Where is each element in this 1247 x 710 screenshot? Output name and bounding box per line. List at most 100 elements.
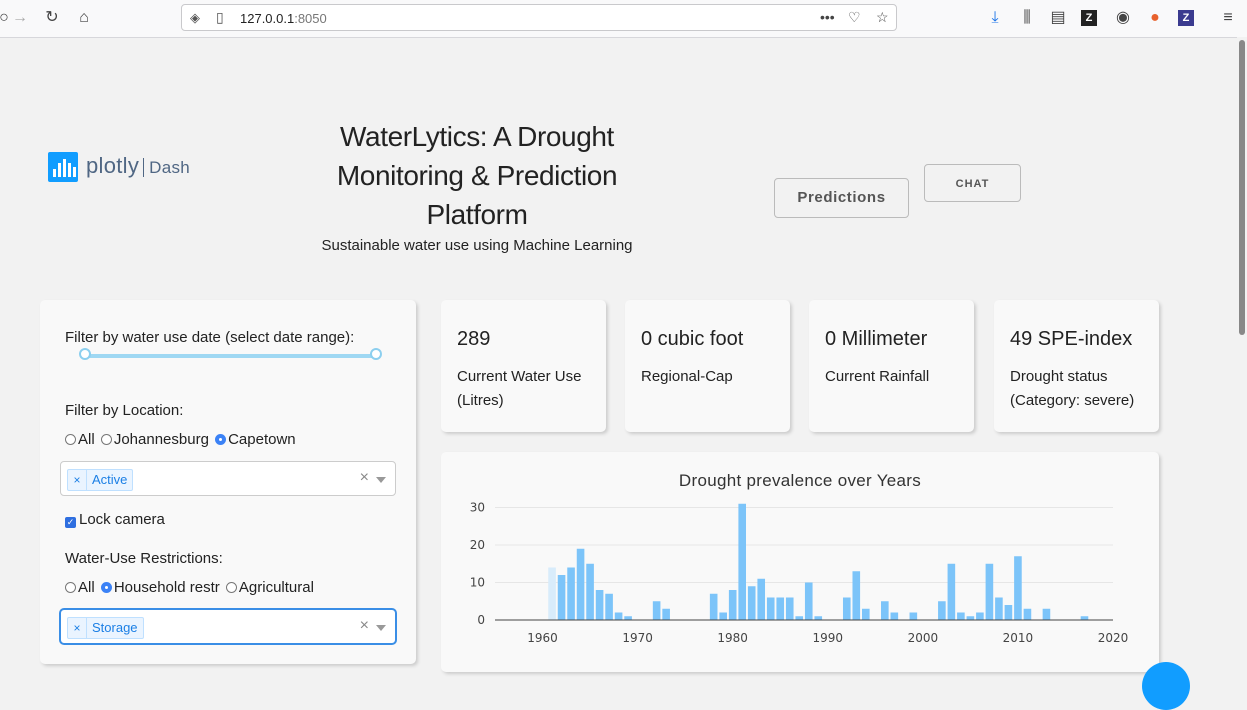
zotero-connector-icon[interactable]: Z — [1178, 10, 1194, 26]
stat-label: Current Water Use (Litres) — [457, 368, 582, 409]
checkbox-checked-icon[interactable]: ✓ — [65, 517, 76, 528]
drought-bar-chart[interactable]: 0 10 20 30 1960 1970 1980 1990 2000 2010 2020 — [441, 452, 1159, 671]
address-bar[interactable]: ◈ ▯ 127.0.0.1:8050 ••• ♡ ☆ — [181, 4, 897, 31]
forward-icon[interactable]: → — [10, 8, 30, 28]
tag-remove-icon[interactable]: × — [68, 618, 87, 638]
x-tick-label: 1970 — [622, 631, 653, 645]
chart-bar — [614, 612, 623, 620]
lock-camera-option[interactable]: ✓ Lock camera — [65, 511, 165, 528]
x-tick-label: 1960 — [527, 631, 558, 645]
stat-value: 0 Millimeter — [825, 328, 928, 350]
stat-card-regional-cap: 0 cubic foot Regional-Cap — [625, 300, 790, 432]
sidebar-icon[interactable]: ▤ — [1048, 8, 1068, 28]
clear-icon[interactable]: × — [360, 469, 369, 487]
chart-bar — [747, 586, 756, 620]
chart-bar — [985, 563, 994, 620]
page-title: WaterLytics: A Drought Monitoring & Pred… — [336, 121, 618, 230]
stat-label: Drought status (Category: severe) — [1010, 368, 1135, 409]
chart-bar — [662, 608, 670, 620]
location-option-all[interactable]: All — [65, 431, 95, 448]
library-icon[interactable]: ⫼ — [1017, 8, 1037, 28]
restriction-option-all[interactable]: All — [65, 579, 95, 596]
chart-bar — [1004, 605, 1013, 620]
reload-icon[interactable]: ↻ — [42, 8, 62, 28]
chart-bar — [595, 590, 604, 620]
stat-value: 289 — [457, 328, 491, 350]
chart-bar — [795, 616, 804, 620]
clear-icon[interactable]: × — [360, 617, 369, 635]
radio-selected-icon[interactable] — [100, 582, 112, 593]
radio-icon[interactable] — [65, 582, 76, 593]
chart-bar — [852, 571, 861, 620]
chart-bar — [719, 612, 727, 620]
logo-text: plotly Dash — [86, 153, 191, 178]
radio-icon[interactable] — [65, 434, 76, 445]
page-scrollbar[interactable] — [1237, 37, 1247, 671]
stat-card-rainfall: 0 Millimeter Current Rainfall — [809, 300, 974, 432]
stat-label: Current Rainfall — [825, 368, 930, 385]
y-tick-label: 0 — [477, 613, 485, 627]
date-range-start-handle[interactable] — [79, 348, 91, 360]
chart-bar — [652, 601, 661, 620]
radio-icon[interactable] — [100, 434, 112, 445]
radio-icon[interactable] — [225, 582, 237, 593]
restrictions-multi-select[interactable]: × Storage × — [60, 609, 396, 644]
pocket-icon[interactable]: ♡ — [848, 9, 861, 26]
date-range-end-handle[interactable] — [370, 348, 382, 360]
chart-bar — [995, 597, 1003, 620]
restriction-option-household[interactable]: Household restr — [100, 579, 220, 596]
radio-selected-icon[interactable] — [215, 434, 227, 445]
location-option-johannesburg[interactable]: Johannesburg — [100, 431, 209, 448]
download-icon[interactable]: ⤓ — [985, 8, 1005, 28]
date-range-label: Filter by water use date (select date ra… — [65, 329, 355, 346]
chart-bar — [881, 601, 889, 620]
bookmark-star-icon[interactable]: ☆ — [876, 9, 889, 26]
chart-bar — [576, 548, 585, 620]
chart-bar — [1014, 556, 1022, 620]
restrictions-radio-group: All Household restr Agricultural — [65, 579, 316, 596]
page-info-icon[interactable]: ▯ — [216, 9, 224, 26]
chart-bar — [909, 612, 918, 620]
chart-bar — [766, 597, 775, 620]
chart-bar — [785, 597, 794, 620]
y-tick-label: 20 — [470, 538, 485, 552]
stat-value: 0 cubic foot — [641, 328, 744, 350]
chart-bar — [966, 616, 975, 620]
restriction-option-agricultural[interactable]: Agricultural — [225, 579, 314, 596]
x-tick-label: 1980 — [717, 631, 748, 645]
x-tick-label: 2000 — [908, 631, 939, 645]
chevron-down-icon[interactable] — [376, 625, 386, 631]
stat-card-water-use: 289 Current Water Use (Litres) — [441, 300, 606, 432]
x-tick-label: 1990 — [812, 631, 843, 645]
menu-icon[interactable]: ≡ — [1218, 8, 1238, 28]
location-option-capetown[interactable]: Capetown — [215, 431, 296, 448]
zotero-icon[interactable]: Z — [1081, 10, 1097, 26]
account-icon[interactable]: ◉ — [1113, 8, 1133, 28]
chart-bar — [757, 578, 766, 620]
shield-icon[interactable]: ◈ — [190, 10, 200, 26]
tag-remove-icon[interactable]: × — [68, 470, 87, 490]
chart-bar — [605, 593, 613, 620]
location-multi-select[interactable]: × Active × — [60, 461, 396, 496]
duckduckgo-icon[interactable]: ● — [1145, 8, 1165, 28]
page-actions-icon[interactable]: ••• — [820, 9, 835, 25]
date-range-slider[interactable] — [85, 354, 376, 358]
home-icon[interactable]: ⌂ — [74, 8, 94, 28]
restrictions-label: Water-Use Restrictions: — [65, 550, 223, 567]
url-text[interactable]: 127.0.0.1:8050 — [240, 11, 327, 26]
scrollbar-thumb[interactable] — [1239, 40, 1245, 335]
chevron-down-icon[interactable] — [376, 477, 386, 483]
location-label: Filter by Location: — [65, 402, 184, 419]
floating-action-button[interactable] — [1142, 662, 1190, 710]
x-tick-label: 2010 — [1003, 631, 1034, 645]
chart-bar — [709, 593, 718, 620]
chart-bar — [567, 567, 575, 620]
predictions-button[interactable]: Predictions — [774, 178, 909, 218]
chart-bar — [1023, 608, 1032, 620]
location-radio-group: All Johannesburg Capetown — [65, 431, 298, 448]
browser-toolbar: ○ → ↻ ⌂ ◈ ▯ 127.0.0.1:8050 ••• ♡ ☆ ⤓ ⫼ ▤… — [0, 0, 1247, 38]
chart-bar — [842, 597, 851, 620]
x-tick-label: 2020 — [1098, 631, 1129, 645]
restriction-tag-storage: × Storage — [67, 617, 144, 639]
chat-button[interactable]: CHAT — [924, 164, 1021, 202]
